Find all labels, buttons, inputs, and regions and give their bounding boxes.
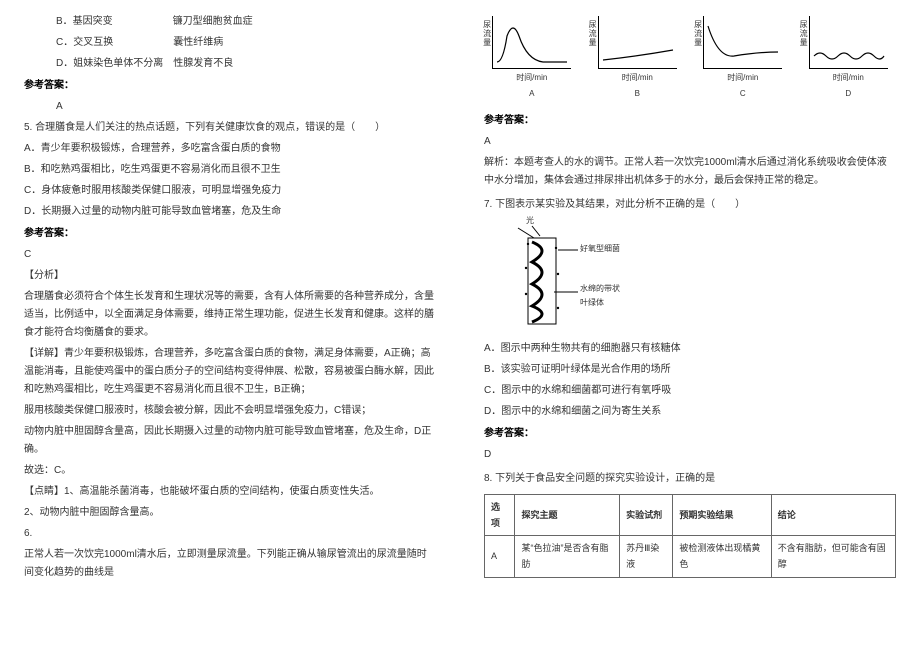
detail-text-3: 动物内脏中胆固醇含量高，因此长期摄入过量的动物内脏可能导致血管堵塞，危及生命，D… bbox=[24, 423, 436, 459]
bacteria-label: 好氧型细菌 bbox=[580, 242, 620, 256]
th-option: 选项 bbox=[485, 494, 515, 535]
answer-header: 参考答案： bbox=[24, 225, 436, 243]
q4-option-c: C．交叉互换 囊性纤维病 bbox=[24, 34, 436, 52]
q5-stem: 5. 合理膳食是人们关注的热点话题，下列有关健康饮食的观点，错误的是（ ） bbox=[24, 119, 436, 137]
answer-header: 参考答案： bbox=[484, 425, 896, 443]
q7-option-c: C．图示中的水绵和细菌都可进行有氧呼吸 bbox=[484, 382, 896, 400]
graph-label: C bbox=[740, 87, 746, 101]
y-axis-label: 尿流量 bbox=[479, 20, 493, 47]
detail-text-1: 【详解】青少年要积极锻炼，合理营养，多吃富含蛋白质的食物，满足身体需要，A正确；… bbox=[24, 345, 436, 399]
graph-label: D bbox=[845, 87, 851, 101]
th-conclusion: 结论 bbox=[771, 494, 895, 535]
tip-2: 2、动物内脏中胆固醇含量高。 bbox=[24, 504, 436, 522]
document-page: B．基因突变 镰刀型细胞贫血症 C．交叉互换 囊性纤维病 D．姐妹染色单体不分离… bbox=[0, 0, 920, 651]
chloroplast-label: 水绵的带状叶绿体 bbox=[580, 282, 624, 311]
graph-b: 尿流量 时间/min B bbox=[598, 16, 676, 102]
q5-option-a: A．青少年要积极锻炼，合理营养，多吃富含蛋白质的食物 bbox=[24, 140, 436, 158]
answer-value: D bbox=[484, 446, 896, 464]
x-axis-label: 时间/min bbox=[833, 73, 864, 82]
td-option: A bbox=[485, 536, 515, 577]
graph-options: 尿流量 时间/min A 尿流量 时间/min B bbox=[484, 16, 896, 102]
q8-table: 选项 探究主题 实验试剂 预期实验结果 结论 A 某“色拉油”是否含有脂肪 苏丹… bbox=[484, 494, 896, 578]
table-row: A 某“色拉油”是否含有脂肪 苏丹Ⅲ染液 被检测液体出现橘黄色 不含有脂肪，但可… bbox=[485, 536, 896, 577]
biology-diagram: 光 好氧型细菌 水绵的带状叶绿体 bbox=[508, 222, 608, 332]
answer-value: C bbox=[24, 246, 436, 264]
graph-a: 尿流量 时间/min A bbox=[493, 16, 571, 102]
q5-option-c: C．身体疲惫时服用核酸类保健口服液，可明显增强免疫力 bbox=[24, 182, 436, 200]
q7-option-a: A．图示中两种生物共有的细胞器只有核糖体 bbox=[484, 340, 896, 358]
th-topic: 探究主题 bbox=[515, 494, 620, 535]
td-topic: 某“色拉油”是否含有脂肪 bbox=[515, 536, 620, 577]
td-result: 被检测液体出现橘黄色 bbox=[673, 536, 771, 577]
answer-value: A bbox=[484, 133, 896, 151]
y-axis-label: 尿流量 bbox=[796, 20, 810, 47]
tip-1: 【点睛】1、高温能杀菌消毒，也能破坏蛋白质的空间结构，使蛋白质变性失活。 bbox=[24, 483, 436, 501]
right-column: 尿流量 时间/min A 尿流量 时间/min B bbox=[460, 0, 920, 651]
q6-number: 6. bbox=[24, 525, 436, 543]
q6-text: 正常人若一次饮完1000ml清水后，立即测量尿流量。下列能正确从输尿管流出的尿流… bbox=[24, 546, 436, 582]
graph-d: 尿流量 时间/min D bbox=[809, 16, 887, 102]
light-label: 光 bbox=[526, 214, 534, 228]
curve-icon bbox=[704, 16, 782, 68]
th-result: 预期实验结果 bbox=[673, 494, 771, 535]
x-axis-label: 时间/min bbox=[516, 73, 547, 82]
answer-header: 参考答案： bbox=[484, 112, 896, 130]
q7-option-b: B．该实验可证明叶绿体是光合作用的场所 bbox=[484, 361, 896, 379]
table-header-row: 选项 探究主题 实验试剂 预期实验结果 结论 bbox=[485, 494, 896, 535]
q4-option-b: B．基因突变 镰刀型细胞贫血症 bbox=[24, 13, 436, 31]
answer-value: A bbox=[24, 98, 436, 116]
x-axis-label: 时间/min bbox=[622, 73, 653, 82]
analysis-text: 合理膳食必须符合个体生长发育和生理状况等的需要，含有人体所需要的各种营养成分，含… bbox=[24, 288, 436, 342]
q5-option-b: B．和吃熟鸡蛋相比，吃生鸡蛋更不容易消化而且很不卫生 bbox=[24, 161, 436, 179]
td-reagent: 苏丹Ⅲ染液 bbox=[620, 536, 673, 577]
choice-line: 故选：C。 bbox=[24, 462, 436, 480]
q4-option-d: D．姐妹染色单体不分离 性腺发育不良 bbox=[24, 55, 436, 73]
td-conclusion: 不含有脂肪，但可能含有固醇 bbox=[771, 536, 895, 577]
explanation-text: 解析：本题考查人的水的调节。正常人若一次饮完1000ml清水后通过消化系统吸收会… bbox=[484, 154, 896, 190]
graph-label: A bbox=[529, 87, 534, 101]
cell-diagram-icon bbox=[508, 222, 608, 332]
graph-label: B bbox=[635, 87, 640, 101]
th-reagent: 实验试剂 bbox=[620, 494, 673, 535]
q8-stem: 8. 下列关于食品安全问题的探究实验设计，正确的是 bbox=[484, 470, 896, 488]
q7-stem: 7. 下图表示某实验及其结果，对此分析不正确的是（ ） bbox=[484, 196, 896, 214]
curve-icon bbox=[810, 16, 888, 68]
y-axis-label: 尿流量 bbox=[585, 20, 599, 47]
answer-header: 参考答案： bbox=[24, 77, 436, 95]
curve-icon bbox=[493, 16, 571, 68]
detail-text-2: 服用核酸类保健口服液时，核酸会被分解，因此不会明显增强免疫力，C错误； bbox=[24, 402, 436, 420]
curve-icon bbox=[599, 16, 677, 68]
left-column: B．基因突变 镰刀型细胞贫血症 C．交叉互换 囊性纤维病 D．姐妹染色单体不分离… bbox=[0, 0, 460, 651]
graph-c: 尿流量 时间/min C bbox=[704, 16, 782, 102]
q7-option-d: D．图示中的水绵和细菌之间为寄生关系 bbox=[484, 403, 896, 421]
q5-option-d: D．长期摄入过量的动物内脏可能导致血管堵塞，危及生命 bbox=[24, 203, 436, 221]
analysis-header: 【分析】 bbox=[24, 267, 436, 285]
y-axis-label: 尿流量 bbox=[690, 20, 704, 47]
x-axis-label: 时间/min bbox=[727, 73, 758, 82]
